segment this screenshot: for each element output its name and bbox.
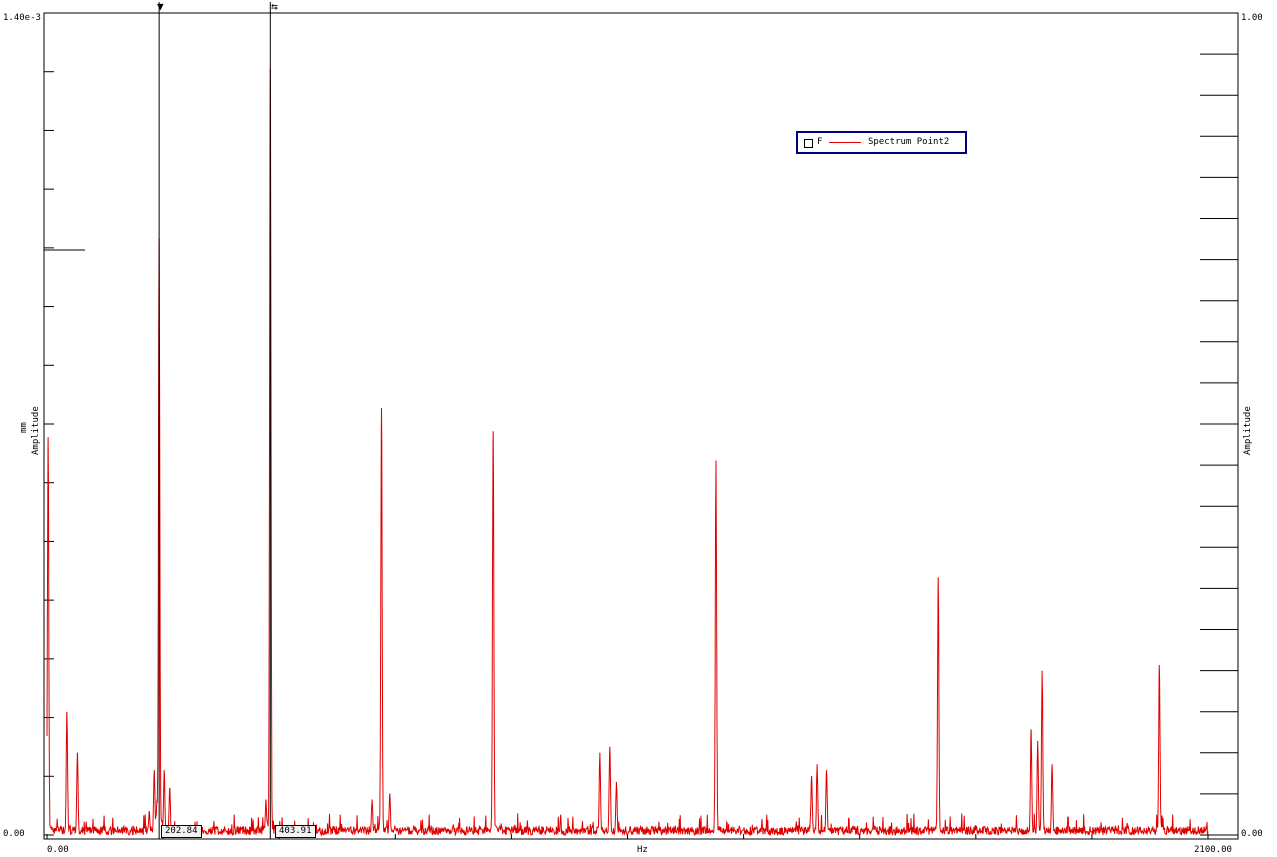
plot-frame [43,12,1239,840]
y-left-max-label: 1.40e-3 [3,13,41,23]
data-point [825,770,828,772]
legend-series-name: Spectrum Point2 [868,137,950,147]
x-axis-label: Hz [637,845,648,855]
data-point [1037,740,1039,743]
legend[interactable]: F Spectrum Point2 [796,131,967,154]
data-point [169,787,171,789]
data-point [1041,670,1043,673]
data-point [609,746,611,748]
data-point [66,711,68,713]
data-point [599,752,601,754]
x-max-label: 2100.00 [1194,845,1232,855]
cursor-1-value: 202.84 [161,825,202,838]
cursor-2-value: 403.91 [275,825,316,838]
data-point [153,770,155,772]
cursor-1-marker-icon[interactable]: ▼ [157,1,164,12]
spectrum-plot[interactable] [0,0,1277,857]
data-point [148,811,150,813]
data-point [156,799,158,801]
y-left-axis-label: Amplitude [31,406,41,455]
data-point [811,775,813,778]
data-point [47,437,49,439]
y-right-axis-label: Amplitude [1243,406,1253,455]
cursor-2-marker-icon[interactable]: ⇆ [271,1,278,12]
data-point [265,799,267,801]
y-right-max-label: 1.00 [1241,13,1263,23]
y-right-min-label: 0.00 [1241,829,1263,839]
data-point [1051,764,1053,766]
data-point [715,460,717,462]
data-point [937,577,939,579]
data-point [76,752,79,754]
data-point [380,407,383,410]
data-point [1030,729,1032,731]
data-point [1158,664,1160,667]
legend-series-swatch [829,142,861,143]
data-point [163,770,165,772]
data-point [389,793,391,795]
legend-flag: F [817,137,823,147]
data-point [371,799,373,801]
data-point [816,764,818,766]
y-left-unit-label: mm [19,422,29,433]
data-point [615,781,618,784]
x-min-label: 0.00 [47,845,69,855]
data-point [492,431,494,433]
legend-checkbox[interactable] [804,139,813,148]
y-left-min-label: 0.00 [3,829,25,839]
series-line [46,69,1209,837]
